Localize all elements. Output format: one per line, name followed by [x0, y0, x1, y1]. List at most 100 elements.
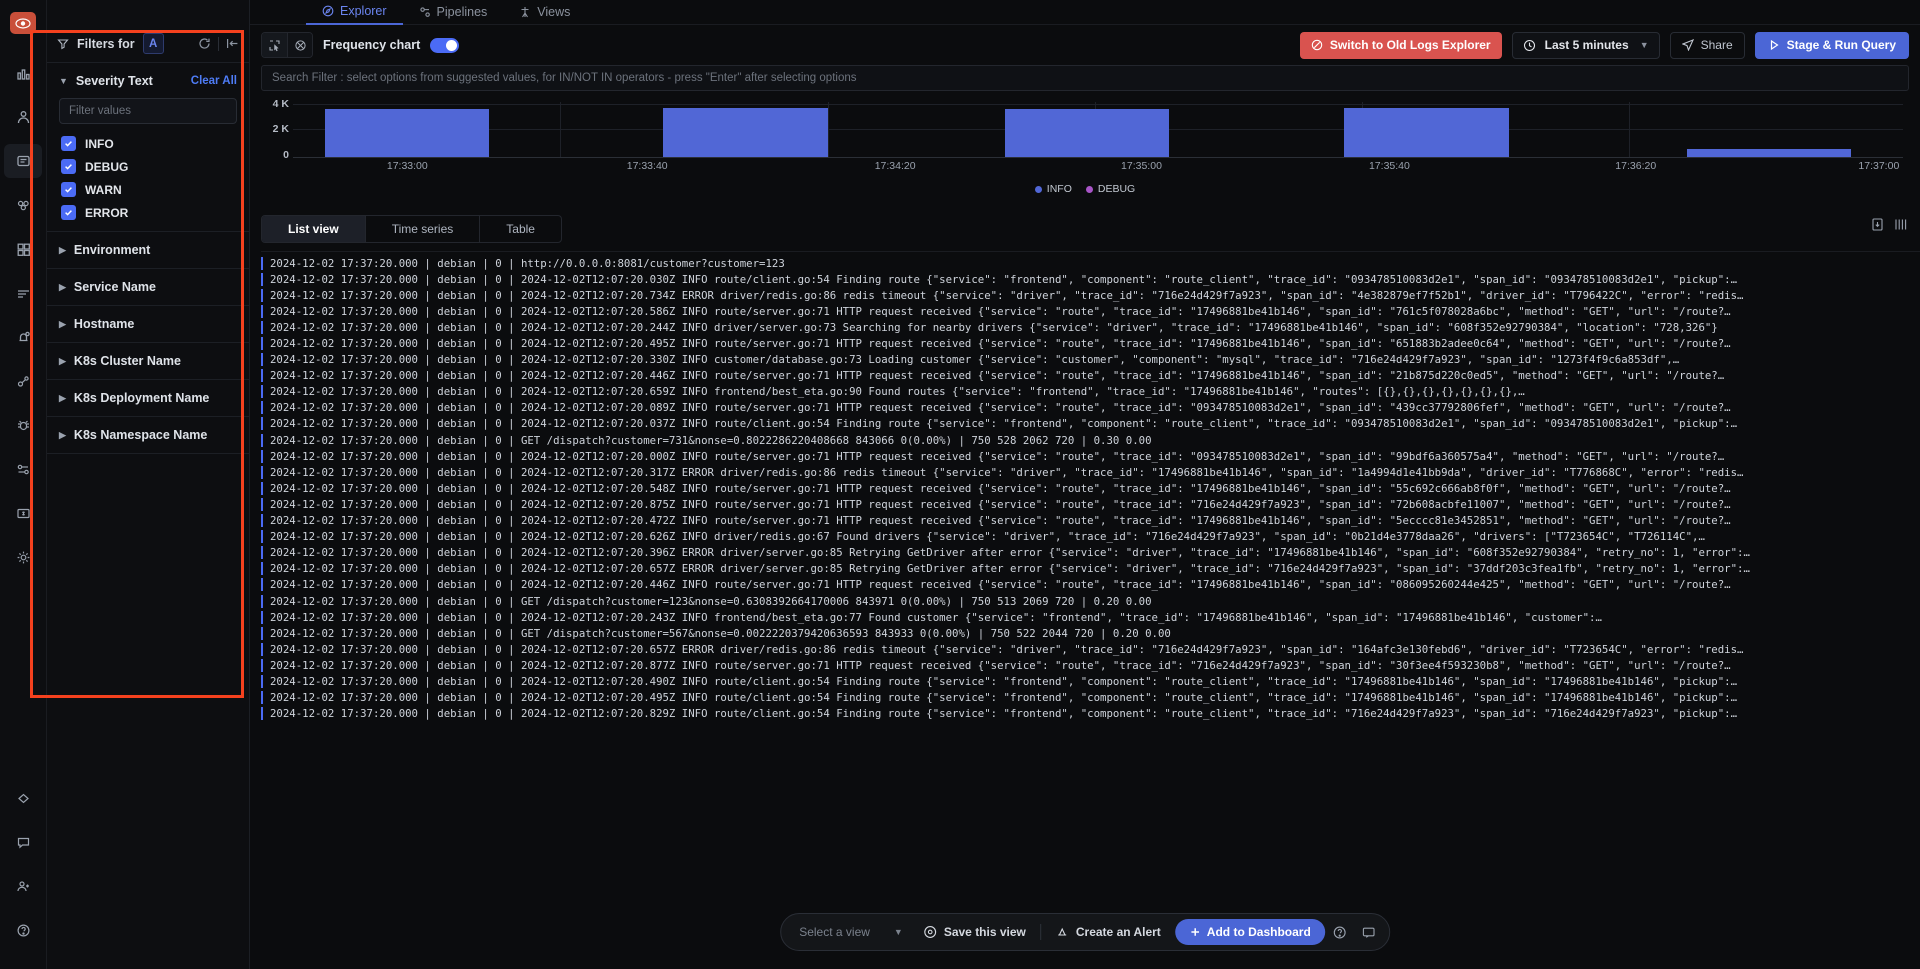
checkbox-checked-icon[interactable] — [61, 182, 76, 197]
severity-option-warn[interactable]: WARN — [47, 178, 249, 201]
log-row[interactable]: 2024-12-02 17:37:20.000 | debian | 0 | 2… — [261, 513, 1920, 529]
chart-bar[interactable] — [1687, 149, 1852, 157]
log-row[interactable]: 2024-12-02 17:37:20.000 | debian | 0 | h… — [261, 255, 1920, 271]
switch-to-old-logs-explorer-button[interactable]: Switch to Old Logs Explorer — [1299, 31, 1502, 59]
log-row[interactable]: 2024-12-02 17:37:20.000 | debian | 0 | 2… — [261, 480, 1920, 496]
filter-section-service-name[interactable]: ▶ Service Name — [47, 269, 249, 306]
log-row[interactable]: 2024-12-02 17:37:20.000 | debian | 0 | 2… — [261, 335, 1920, 351]
billing-icon[interactable] — [4, 496, 42, 530]
checkbox-checked-icon[interactable] — [61, 205, 76, 220]
filter-section-k8s-namespace-name[interactable]: ▶ K8s Namespace Name — [47, 417, 249, 454]
log-row[interactable]: 2024-12-02 17:37:20.000 | debian | 0 | 2… — [261, 545, 1920, 561]
tab-explorer[interactable]: Explorer — [306, 0, 403, 25]
filter-section-k8s-cluster-name[interactable]: ▶ K8s Cluster Name — [47, 343, 249, 380]
cursor-select-icon[interactable] — [262, 33, 287, 57]
frequency-chart-toggle[interactable] — [430, 37, 460, 53]
bug-icon[interactable] — [4, 408, 42, 442]
pipelines-icon[interactable] — [4, 452, 42, 486]
legend-item-debug[interactable]: DEBUG — [1085, 183, 1135, 195]
log-row[interactable]: 2024-12-02 17:37:20.000 | debian | 0 | 2… — [261, 352, 1920, 368]
filter-section-severity-text[interactable]: ▼ Severity Text Clear All — [47, 63, 249, 94]
log-severity-bar — [261, 337, 263, 351]
filter-values-input[interactable]: Filter values — [59, 98, 237, 124]
support-chat-icon[interactable] — [4, 825, 42, 859]
feedback-icon[interactable] — [1354, 925, 1383, 940]
signoz-logo-icon[interactable] — [10, 12, 36, 34]
log-row[interactable]: 2024-12-02 17:37:20.000 | debian | 0 | 2… — [261, 673, 1920, 689]
collapse-panel-icon[interactable] — [226, 37, 239, 50]
question-circle-icon[interactable] — [1325, 925, 1354, 940]
chart-bar[interactable] — [1344, 108, 1509, 157]
alerts-bell-icon[interactable] — [4, 320, 42, 354]
log-row[interactable]: 2024-12-02 17:37:20.000 | debian | 0 | 2… — [261, 416, 1920, 432]
create-an-alert-button[interactable]: Create an Alert — [1041, 913, 1175, 951]
column-settings-icon[interactable] — [1893, 217, 1908, 232]
refresh-icon[interactable] — [198, 37, 211, 50]
log-severity-bar — [261, 658, 263, 672]
stage-and-run-query-button[interactable]: Stage & Run Query — [1754, 31, 1909, 59]
chart-bar[interactable] — [325, 109, 490, 157]
tab-pipelines[interactable]: Pipelines — [403, 0, 504, 25]
log-row[interactable]: 2024-12-02 17:37:20.000 | debian | 0 | G… — [261, 593, 1920, 609]
select-view-dropdown[interactable]: Select a view ▼ — [799, 925, 909, 939]
log-row[interactable]: 2024-12-02 17:37:20.000 | debian | 0 | 2… — [261, 529, 1920, 545]
log-row[interactable]: 2024-12-02 17:37:20.000 | debian | 0 | 2… — [261, 561, 1920, 577]
services-icon[interactable] — [4, 188, 42, 222]
help-icon[interactable] — [4, 913, 42, 947]
log-row[interactable]: 2024-12-02 17:37:20.000 | debian | 0 | 2… — [261, 577, 1920, 593]
dashboards-icon[interactable] — [4, 232, 42, 266]
log-row[interactable]: 2024-12-02 17:37:20.000 | debian | 0 | 2… — [261, 496, 1920, 512]
log-row[interactable]: 2024-12-02 17:37:20.000 | debian | 0 | 2… — [261, 319, 1920, 335]
tab-list-view[interactable]: List view — [262, 216, 366, 242]
traces-icon[interactable] — [4, 100, 42, 134]
download-icon[interactable] — [1870, 217, 1885, 232]
chart-bar[interactable] — [1004, 109, 1169, 157]
add-to-dashboard-button[interactable]: Add to Dashboard — [1174, 919, 1325, 945]
frequency-chart[interactable]: 4 K 2 K 0 17:33:00 17:33:40 17:34:20 17:… — [261, 98, 1909, 180]
log-row[interactable]: 2024-12-02 17:37:20.000 | debian | 0 | G… — [261, 432, 1920, 448]
exceptions-icon[interactable] — [4, 364, 42, 398]
log-row[interactable]: 2024-12-02 17:37:20.000 | debian | 0 | 2… — [261, 384, 1920, 400]
share-button[interactable]: Share — [1669, 31, 1745, 59]
tab-table[interactable]: Table — [480, 216, 561, 242]
log-row[interactable]: 2024-12-02 17:37:20.000 | debian | 0 | 2… — [261, 657, 1920, 673]
log-row[interactable]: 2024-12-02 17:37:20.000 | debian | 0 | 2… — [261, 400, 1920, 416]
list-icon[interactable] — [4, 276, 42, 310]
tab-time-series[interactable]: Time series — [366, 216, 481, 242]
bar-chart-icon[interactable] — [4, 56, 42, 90]
settings-gear-icon[interactable] — [4, 540, 42, 574]
checkbox-checked-icon[interactable] — [61, 159, 76, 174]
lasso-select-icon[interactable] — [287, 33, 312, 57]
log-row[interactable]: 2024-12-02 17:37:20.000 | debian | 0 | 2… — [261, 368, 1920, 384]
checkbox-checked-icon[interactable] — [61, 136, 76, 151]
log-row[interactable]: 2024-12-02 17:37:20.000 | debian | 0 | 2… — [261, 641, 1920, 657]
chart-bar[interactable] — [663, 108, 828, 157]
log-row[interactable]: 2024-12-02 17:37:20.000 | debian | 0 | 2… — [261, 690, 1920, 706]
log-row[interactable]: 2024-12-02 17:37:20.000 | debian | 0 | 2… — [261, 464, 1920, 480]
log-row[interactable]: 2024-12-02 17:37:20.000 | debian | 0 | 2… — [261, 287, 1920, 303]
filter-section-environment[interactable]: ▶ Environment — [47, 232, 249, 269]
log-row[interactable]: 2024-12-02 17:37:20.000 | debian | 0 | 2… — [261, 706, 1920, 722]
search-filter-input[interactable]: Search Filter : select options from sugg… — [261, 65, 1909, 91]
tab-views[interactable]: Views — [503, 0, 586, 25]
clear-all-button[interactable]: Clear All — [191, 75, 237, 87]
log-row[interactable]: 2024-12-02 17:37:20.000 | debian | 0 | 2… — [261, 448, 1920, 464]
log-list[interactable]: 2024-12-02 17:37:20.000 | debian | 0 | h… — [261, 251, 1920, 969]
log-row[interactable]: 2024-12-02 17:37:20.000 | debian | 0 | 2… — [261, 271, 1920, 287]
severity-option-debug[interactable]: DEBUG — [47, 155, 249, 178]
severity-option-info[interactable]: INFO — [47, 132, 249, 155]
sidebar-item-logs[interactable] — [4, 144, 42, 178]
legend-item-info[interactable]: INFO — [1034, 183, 1072, 195]
log-row[interactable]: 2024-12-02 17:37:20.000 | debian | 0 | G… — [261, 625, 1920, 641]
filter-section-k8s-deployment-name[interactable]: ▶ K8s Deployment Name — [47, 380, 249, 417]
log-row[interactable]: 2024-12-02 17:37:20.000 | debian | 0 | 2… — [261, 303, 1920, 319]
integrations-icon[interactable] — [4, 781, 42, 815]
severity-option-error[interactable]: ERROR — [47, 201, 249, 224]
time-range-selector[interactable]: Last 5 minutes ▼ — [1511, 31, 1660, 59]
invite-members-icon[interactable] — [4, 869, 42, 903]
query-chip-a[interactable]: A — [142, 33, 164, 54]
filter-section-label: K8s Cluster Name — [73, 354, 181, 368]
save-this-view-button[interactable]: Save this view — [909, 913, 1040, 951]
filter-section-hostname[interactable]: ▶ Hostname — [47, 306, 249, 343]
log-row[interactable]: 2024-12-02 17:37:20.000 | debian | 0 | 2… — [261, 609, 1920, 625]
